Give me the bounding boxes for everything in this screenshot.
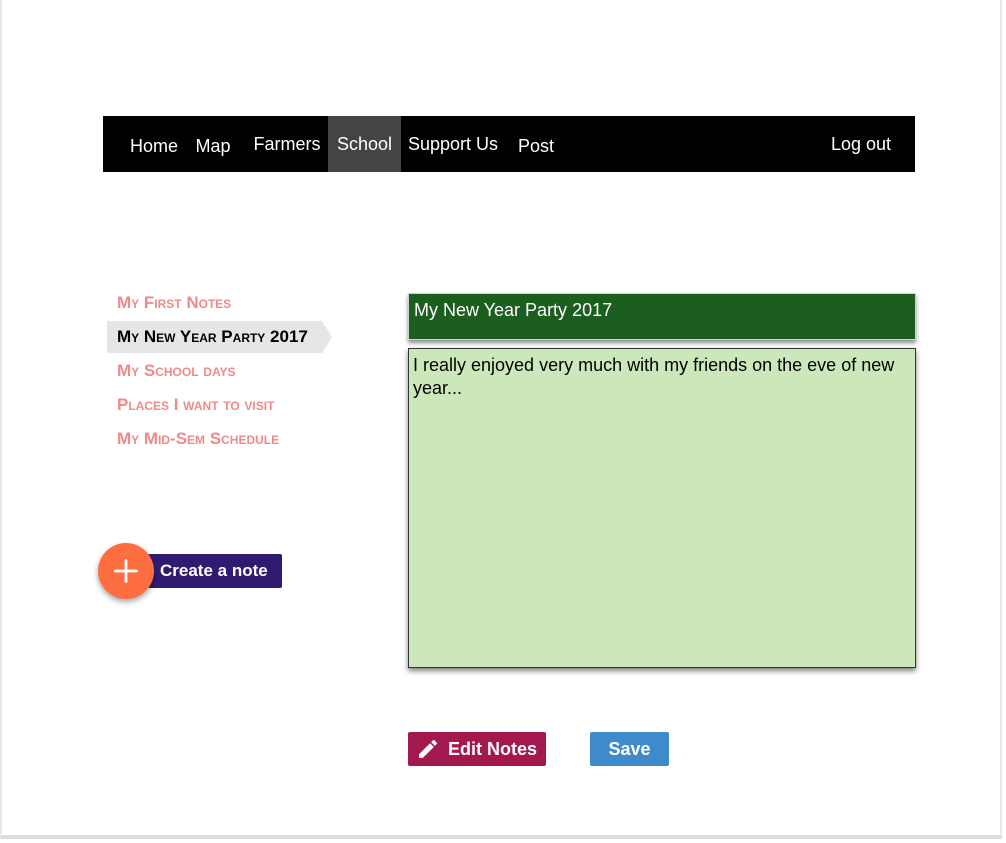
save-button[interactable]: Save [590,732,669,766]
save-label: Save [608,738,651,759]
note-item-new-year-party[interactable]: My New Year Party 2017 [107,321,332,353]
note-item-first-notes[interactable]: My First Notes [107,287,347,319]
nav-home[interactable]: Home [125,118,183,174]
edit-notes-button[interactable]: Edit Notes [408,732,546,766]
note-item-mid-sem-schedule[interactable]: My Mid-Sem Schedule [107,423,347,455]
note-body-field[interactable]: I really enjoyed very much with my frien… [408,348,916,668]
nav-farmers[interactable]: Farmers [251,116,323,172]
notes-list: My First Notes My New Year Party 2017 My… [107,287,347,457]
pencil-icon [419,739,438,758]
logout-link[interactable]: Log out [825,116,897,172]
note-item-places-to-visit[interactable]: Places I want to visit [107,389,347,421]
nav-school[interactable]: School [328,116,401,172]
note-item-school-days[interactable]: My School days [107,355,347,387]
plus-icon [114,559,138,583]
nav-post[interactable]: Post [513,118,559,174]
nav-map[interactable]: Map [191,118,235,174]
edit-notes-label: Edit Notes [448,738,538,759]
note-title-field[interactable]: My New Year Party 2017 [408,293,916,340]
create-note-fab[interactable] [98,543,154,599]
nav-support-us[interactable]: Support Us [405,116,501,172]
create-note-button[interactable]: Create a note [148,554,282,588]
create-note-label: Create a note [160,561,268,580]
top-navbar: Home Map Farmers School Support Us Post … [103,116,915,172]
